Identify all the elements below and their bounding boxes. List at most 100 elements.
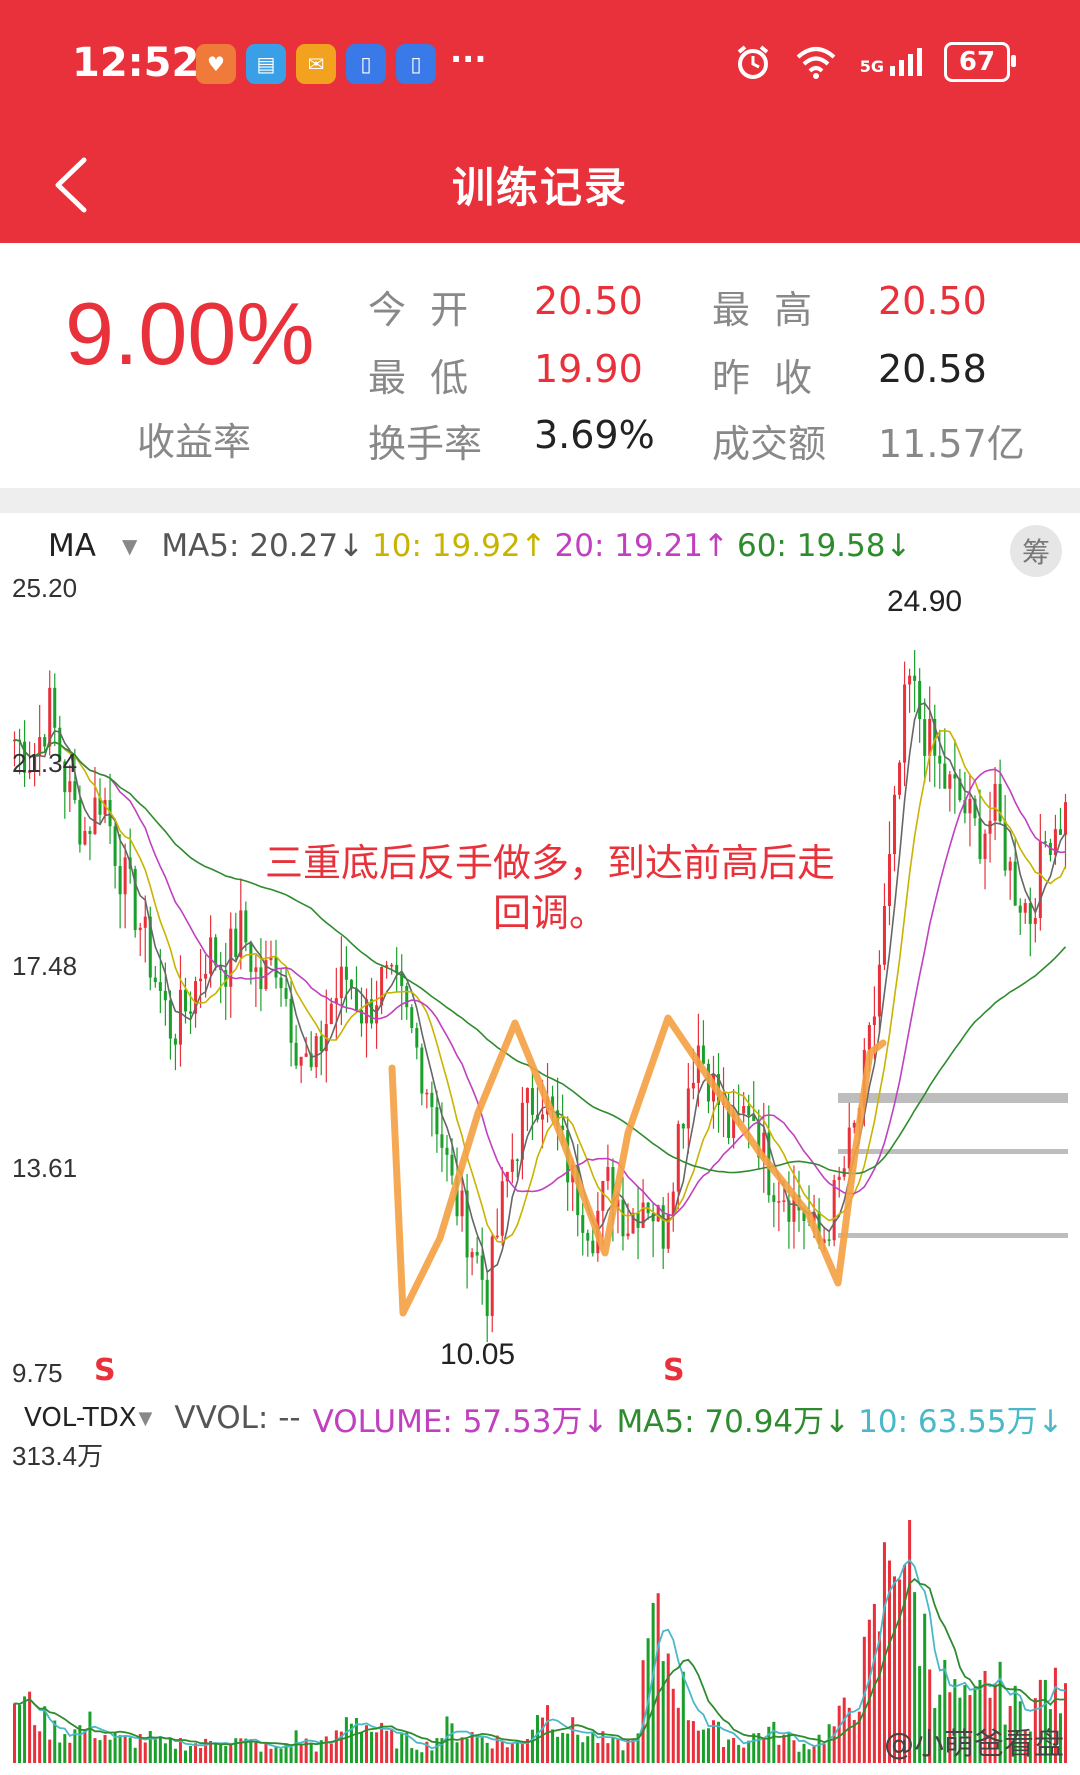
candle-body: [178, 989, 182, 1045]
volume-bar: [63, 1734, 67, 1763]
volume-bar: [576, 1734, 580, 1763]
volume-bar: [510, 1743, 514, 1763]
candle-body: [289, 998, 293, 1043]
candle-body: [93, 797, 97, 835]
candle-body: [978, 818, 982, 860]
sell-mark: S: [663, 1353, 685, 1388]
volume-bar: [747, 1740, 751, 1763]
vol-ma10-value: 10: 63.55万↓: [858, 1403, 1064, 1440]
volume-bar: [767, 1726, 771, 1763]
candle-body: [530, 1087, 534, 1115]
envelope-app-icon: ✉: [296, 44, 336, 84]
candle-body: [1003, 821, 1007, 871]
candle-body: [887, 854, 891, 906]
heart-app-icon: ♥: [196, 44, 236, 84]
candle-body: [586, 1232, 590, 1241]
volume-bar: [706, 1728, 710, 1763]
volume-bar: [500, 1741, 504, 1763]
volume-bar: [118, 1735, 122, 1763]
candle-body: [581, 1215, 585, 1233]
peak-label: 24.90: [887, 585, 963, 618]
volume-bar: [199, 1747, 203, 1763]
volume-bar: [701, 1729, 705, 1763]
volume-bar: [681, 1671, 685, 1763]
volume-bar: [480, 1737, 484, 1763]
volume-bar: [837, 1705, 841, 1763]
candle-body: [254, 967, 258, 972]
candle-body: [1028, 903, 1032, 924]
volume-bar: [254, 1742, 258, 1763]
candle-body: [204, 973, 208, 979]
volume-bar: [269, 1748, 273, 1763]
clock: 12:52: [72, 40, 200, 86]
candle-body: [405, 986, 409, 1008]
signal-icon: 5G: [860, 48, 922, 76]
volume-bar: [375, 1732, 379, 1763]
volume-bar: [606, 1743, 610, 1763]
wifi-icon: [796, 47, 836, 79]
vol-dropdown-icon[interactable]: ▼: [139, 1408, 153, 1429]
candle-body: [983, 833, 987, 860]
candle-body: [168, 1000, 172, 1039]
volume-bar: [53, 1720, 57, 1763]
annotation-text: 三重底后反手做多，到达前高后走回调。: [264, 841, 835, 935]
volume-bar: [229, 1743, 233, 1763]
volume-bar: [727, 1739, 731, 1763]
candle-body: [1033, 917, 1037, 924]
candle-body: [354, 988, 358, 1011]
volume-bar: [289, 1746, 293, 1763]
volume-bar: [742, 1747, 746, 1763]
volume-bar: [68, 1742, 72, 1763]
candle-body: [923, 719, 927, 756]
prev-close-label: 昨 收: [712, 356, 819, 400]
candle-body: [601, 1180, 605, 1211]
candle-body: [872, 1016, 876, 1026]
volume-bar: [520, 1742, 524, 1763]
high-value: 20.50: [878, 279, 987, 323]
volume-bar: [219, 1745, 223, 1763]
volume-bar: [103, 1735, 107, 1763]
candle-body: [153, 977, 157, 983]
candle-body: [53, 687, 57, 728]
candle-body: [113, 826, 117, 866]
volume-bar: [133, 1747, 137, 1763]
system-icons: 5G 67: [734, 42, 1016, 82]
volume-bar: [88, 1711, 92, 1763]
volume-bar: [1063, 1683, 1067, 1763]
volume-bar: [259, 1751, 263, 1763]
volume-bar: [18, 1704, 22, 1763]
phone-app-icon-2: ▯: [396, 44, 436, 84]
volume-bar: [762, 1738, 766, 1763]
candle-body: [209, 937, 213, 974]
yield-value: 9.00%: [65, 284, 315, 383]
volume-bar: [696, 1730, 700, 1763]
volume-bar: [641, 1660, 645, 1763]
candle-body: [510, 1159, 514, 1172]
volume-bar: [611, 1737, 615, 1763]
candle-body: [163, 990, 167, 1001]
volume-bar: [98, 1740, 102, 1763]
stock-chart[interactable]: MA ▼ MA5: 20.27↓ 10: 19.92↑ 20: 19.21↑ 6…: [0, 513, 1080, 1775]
volume-bar: [485, 1742, 489, 1763]
volume-bar: [877, 1631, 881, 1763]
trough-label: 10.05: [440, 1338, 516, 1371]
volume-bar: [43, 1706, 47, 1763]
candle-body: [214, 937, 218, 966]
candle-body: [189, 1011, 193, 1014]
volume-bar: [812, 1745, 816, 1763]
volume-bar: [561, 1732, 565, 1763]
volume-bar: [802, 1743, 806, 1763]
volume-bar: [400, 1733, 404, 1763]
candle-body: [837, 1176, 841, 1181]
volume-bar: [264, 1743, 268, 1763]
volume-bar: [546, 1705, 550, 1763]
vol-selector[interactable]: VOL-TDX: [24, 1403, 137, 1433]
volume-bar: [314, 1751, 318, 1763]
candle-body: [78, 799, 82, 845]
volume-bar: [108, 1739, 112, 1763]
candle-body: [430, 1092, 434, 1108]
battery-level: 67: [958, 47, 996, 77]
volume-bar: [676, 1707, 680, 1763]
volume-bar: [586, 1736, 590, 1763]
low-value: 19.90: [534, 347, 643, 391]
